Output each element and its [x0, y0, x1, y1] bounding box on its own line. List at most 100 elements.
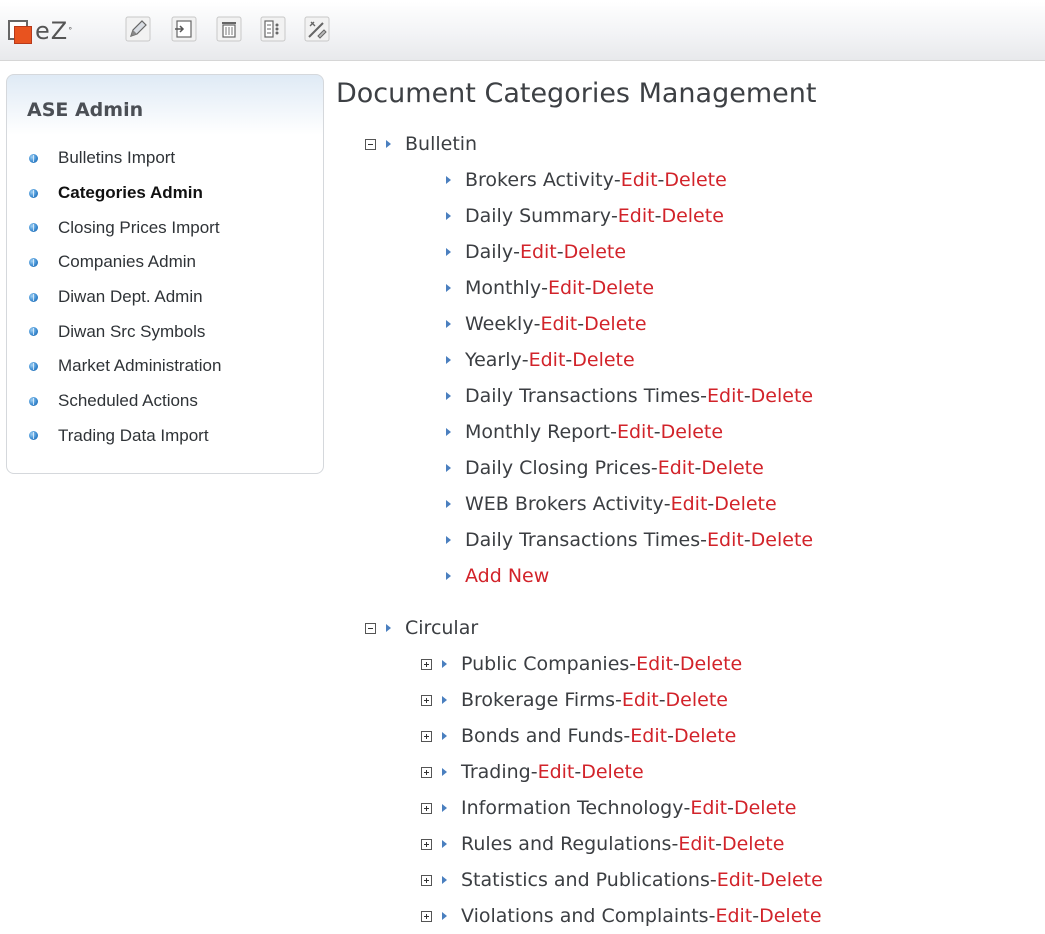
separator: -: [615, 689, 622, 711]
arrow-right-icon: [442, 696, 447, 704]
subcategory-name[interactable]: Rules and Regulations: [461, 833, 671, 855]
subcategory-name[interactable]: Monthly Report: [465, 421, 610, 443]
arrow-right-icon: [386, 624, 391, 632]
separator: -: [610, 205, 618, 227]
separator: -: [683, 797, 691, 819]
edit-link[interactable]: Edit: [538, 761, 575, 783]
subcategory-row: Rules and Regulations - Edit - Delete: [421, 826, 784, 862]
edit-link[interactable]: Edit: [548, 277, 585, 299]
delete-link[interactable]: Delete: [666, 689, 728, 711]
subcategory-name[interactable]: Information Technology: [461, 797, 683, 819]
category-row: Circular: [365, 610, 478, 646]
expand-toggle-icon[interactable]: [421, 730, 432, 742]
arrow-right-icon: [442, 768, 447, 776]
subcategory-name[interactable]: Daily Transactions Times: [465, 529, 700, 551]
sidebar-item[interactable]: Categories Admin: [29, 176, 221, 211]
separator: -: [667, 725, 674, 747]
delete-link[interactable]: Delete: [661, 205, 723, 227]
delete-link[interactable]: Delete: [584, 313, 646, 335]
delete-link[interactable]: Delete: [674, 725, 736, 747]
sidebar-item[interactable]: Diwan Src Symbols: [29, 314, 221, 349]
delete-link[interactable]: Delete: [572, 349, 634, 371]
sidebar-item[interactable]: Market Administration: [29, 349, 221, 384]
subcategory-row: Monthly - Edit - Delete: [446, 270, 654, 306]
import-icon[interactable]: [170, 15, 198, 43]
list-icon[interactable]: [259, 15, 287, 43]
collapse-toggle-icon[interactable]: [365, 138, 376, 150]
expand-toggle-icon[interactable]: [421, 658, 432, 670]
bullet-icon: [29, 292, 38, 302]
subcategory-name[interactable]: Daily Closing Prices: [465, 457, 651, 479]
edit-link[interactable]: Edit: [540, 313, 577, 335]
subcategory-name[interactable]: Public Companies: [461, 653, 629, 675]
subcategory-name[interactable]: Daily Transactions Times: [465, 385, 700, 407]
subcategory-row: Bonds and Funds - Edit - Delete: [421, 718, 736, 754]
edit-link[interactable]: Edit: [622, 689, 659, 711]
edit-link[interactable]: Edit: [671, 493, 708, 515]
sidebar-item[interactable]: Closing Prices Import: [29, 210, 221, 245]
expand-toggle-icon[interactable]: [421, 910, 432, 922]
edit-link[interactable]: Edit: [520, 241, 557, 263]
delete-link[interactable]: Delete: [760, 869, 822, 891]
category-name[interactable]: Circular: [405, 617, 478, 639]
subcategory-name[interactable]: Trading: [461, 761, 531, 783]
expand-toggle-icon[interactable]: [421, 874, 432, 886]
subcategory-name[interactable]: WEB Brokers Activity: [465, 493, 664, 515]
subcategory-name[interactable]: Violations and Complaints: [461, 905, 709, 927]
edit-link[interactable]: Edit: [707, 529, 744, 551]
collapse-toggle-icon[interactable]: [365, 622, 376, 634]
expand-toggle-icon[interactable]: [421, 694, 432, 706]
delete-link[interactable]: Delete: [664, 169, 726, 191]
edit-link[interactable]: Edit: [636, 653, 673, 675]
arrow-right-icon: [446, 428, 451, 436]
arrow-right-icon: [446, 464, 451, 472]
delete-link[interactable]: Delete: [759, 905, 821, 927]
edit-link[interactable]: Edit: [621, 169, 658, 191]
trash-icon[interactable]: [215, 15, 243, 43]
delete-link[interactable]: Delete: [751, 529, 813, 551]
subcategory-name[interactable]: Monthly: [465, 277, 541, 299]
subcategory-name[interactable]: Statistics and Publications: [461, 869, 710, 891]
category-name[interactable]: Bulletin: [405, 133, 477, 155]
expand-toggle-icon[interactable]: [421, 802, 432, 814]
delete-link[interactable]: Delete: [564, 241, 626, 263]
delete-link[interactable]: Delete: [661, 421, 723, 443]
subcategory-name[interactable]: Daily Summary: [465, 205, 611, 227]
delete-link[interactable]: Delete: [714, 493, 776, 515]
delete-link[interactable]: Delete: [701, 457, 763, 479]
tools-icon[interactable]: [303, 15, 331, 43]
edit-link[interactable]: Edit: [678, 833, 715, 855]
delete-link[interactable]: Delete: [592, 277, 654, 299]
sidebar-item[interactable]: Diwan Dept. Admin: [29, 280, 221, 315]
edit-link[interactable]: Edit: [617, 421, 654, 443]
sidebar-item[interactable]: Bulletins Import: [29, 141, 221, 176]
edit-link[interactable]: Edit: [707, 385, 744, 407]
subcategory-name[interactable]: Weekly: [465, 313, 534, 335]
delete-link[interactable]: Delete: [581, 761, 643, 783]
subcategory-name[interactable]: Brokerage Firms: [461, 689, 615, 711]
sidebar-item[interactable]: Trading Data Import: [29, 419, 221, 454]
sidebar-item[interactable]: Companies Admin: [29, 245, 221, 280]
edit-link[interactable]: Edit: [618, 205, 655, 227]
add-new-link[interactable]: Add New: [465, 565, 549, 587]
edit-pencil-icon[interactable]: [124, 15, 152, 43]
subcategory-name[interactable]: Bonds and Funds: [461, 725, 623, 747]
subcategory-name[interactable]: Yearly: [465, 349, 522, 371]
subcategory-name[interactable]: Daily: [465, 241, 513, 263]
edit-link[interactable]: Edit: [529, 349, 566, 371]
subcategory-name[interactable]: Brokers Activity: [465, 169, 614, 191]
edit-link[interactable]: Edit: [717, 869, 754, 891]
expand-toggle-icon[interactable]: [421, 766, 432, 778]
edit-link[interactable]: Edit: [658, 457, 695, 479]
edit-link[interactable]: Edit: [690, 797, 727, 819]
delete-link[interactable]: Delete: [722, 833, 784, 855]
expand-toggle-icon[interactable]: [421, 838, 432, 850]
edit-link[interactable]: Edit: [630, 725, 667, 747]
delete-link[interactable]: Delete: [734, 797, 796, 819]
delete-link[interactable]: Delete: [680, 653, 742, 675]
edit-link[interactable]: Edit: [715, 905, 752, 927]
sidebar-item[interactable]: Scheduled Actions: [29, 384, 221, 419]
ez-logo[interactable]: eZ°: [8, 16, 73, 46]
subcategory-row: Brokerage Firms - Edit - Delete: [421, 682, 728, 718]
delete-link[interactable]: Delete: [751, 385, 813, 407]
